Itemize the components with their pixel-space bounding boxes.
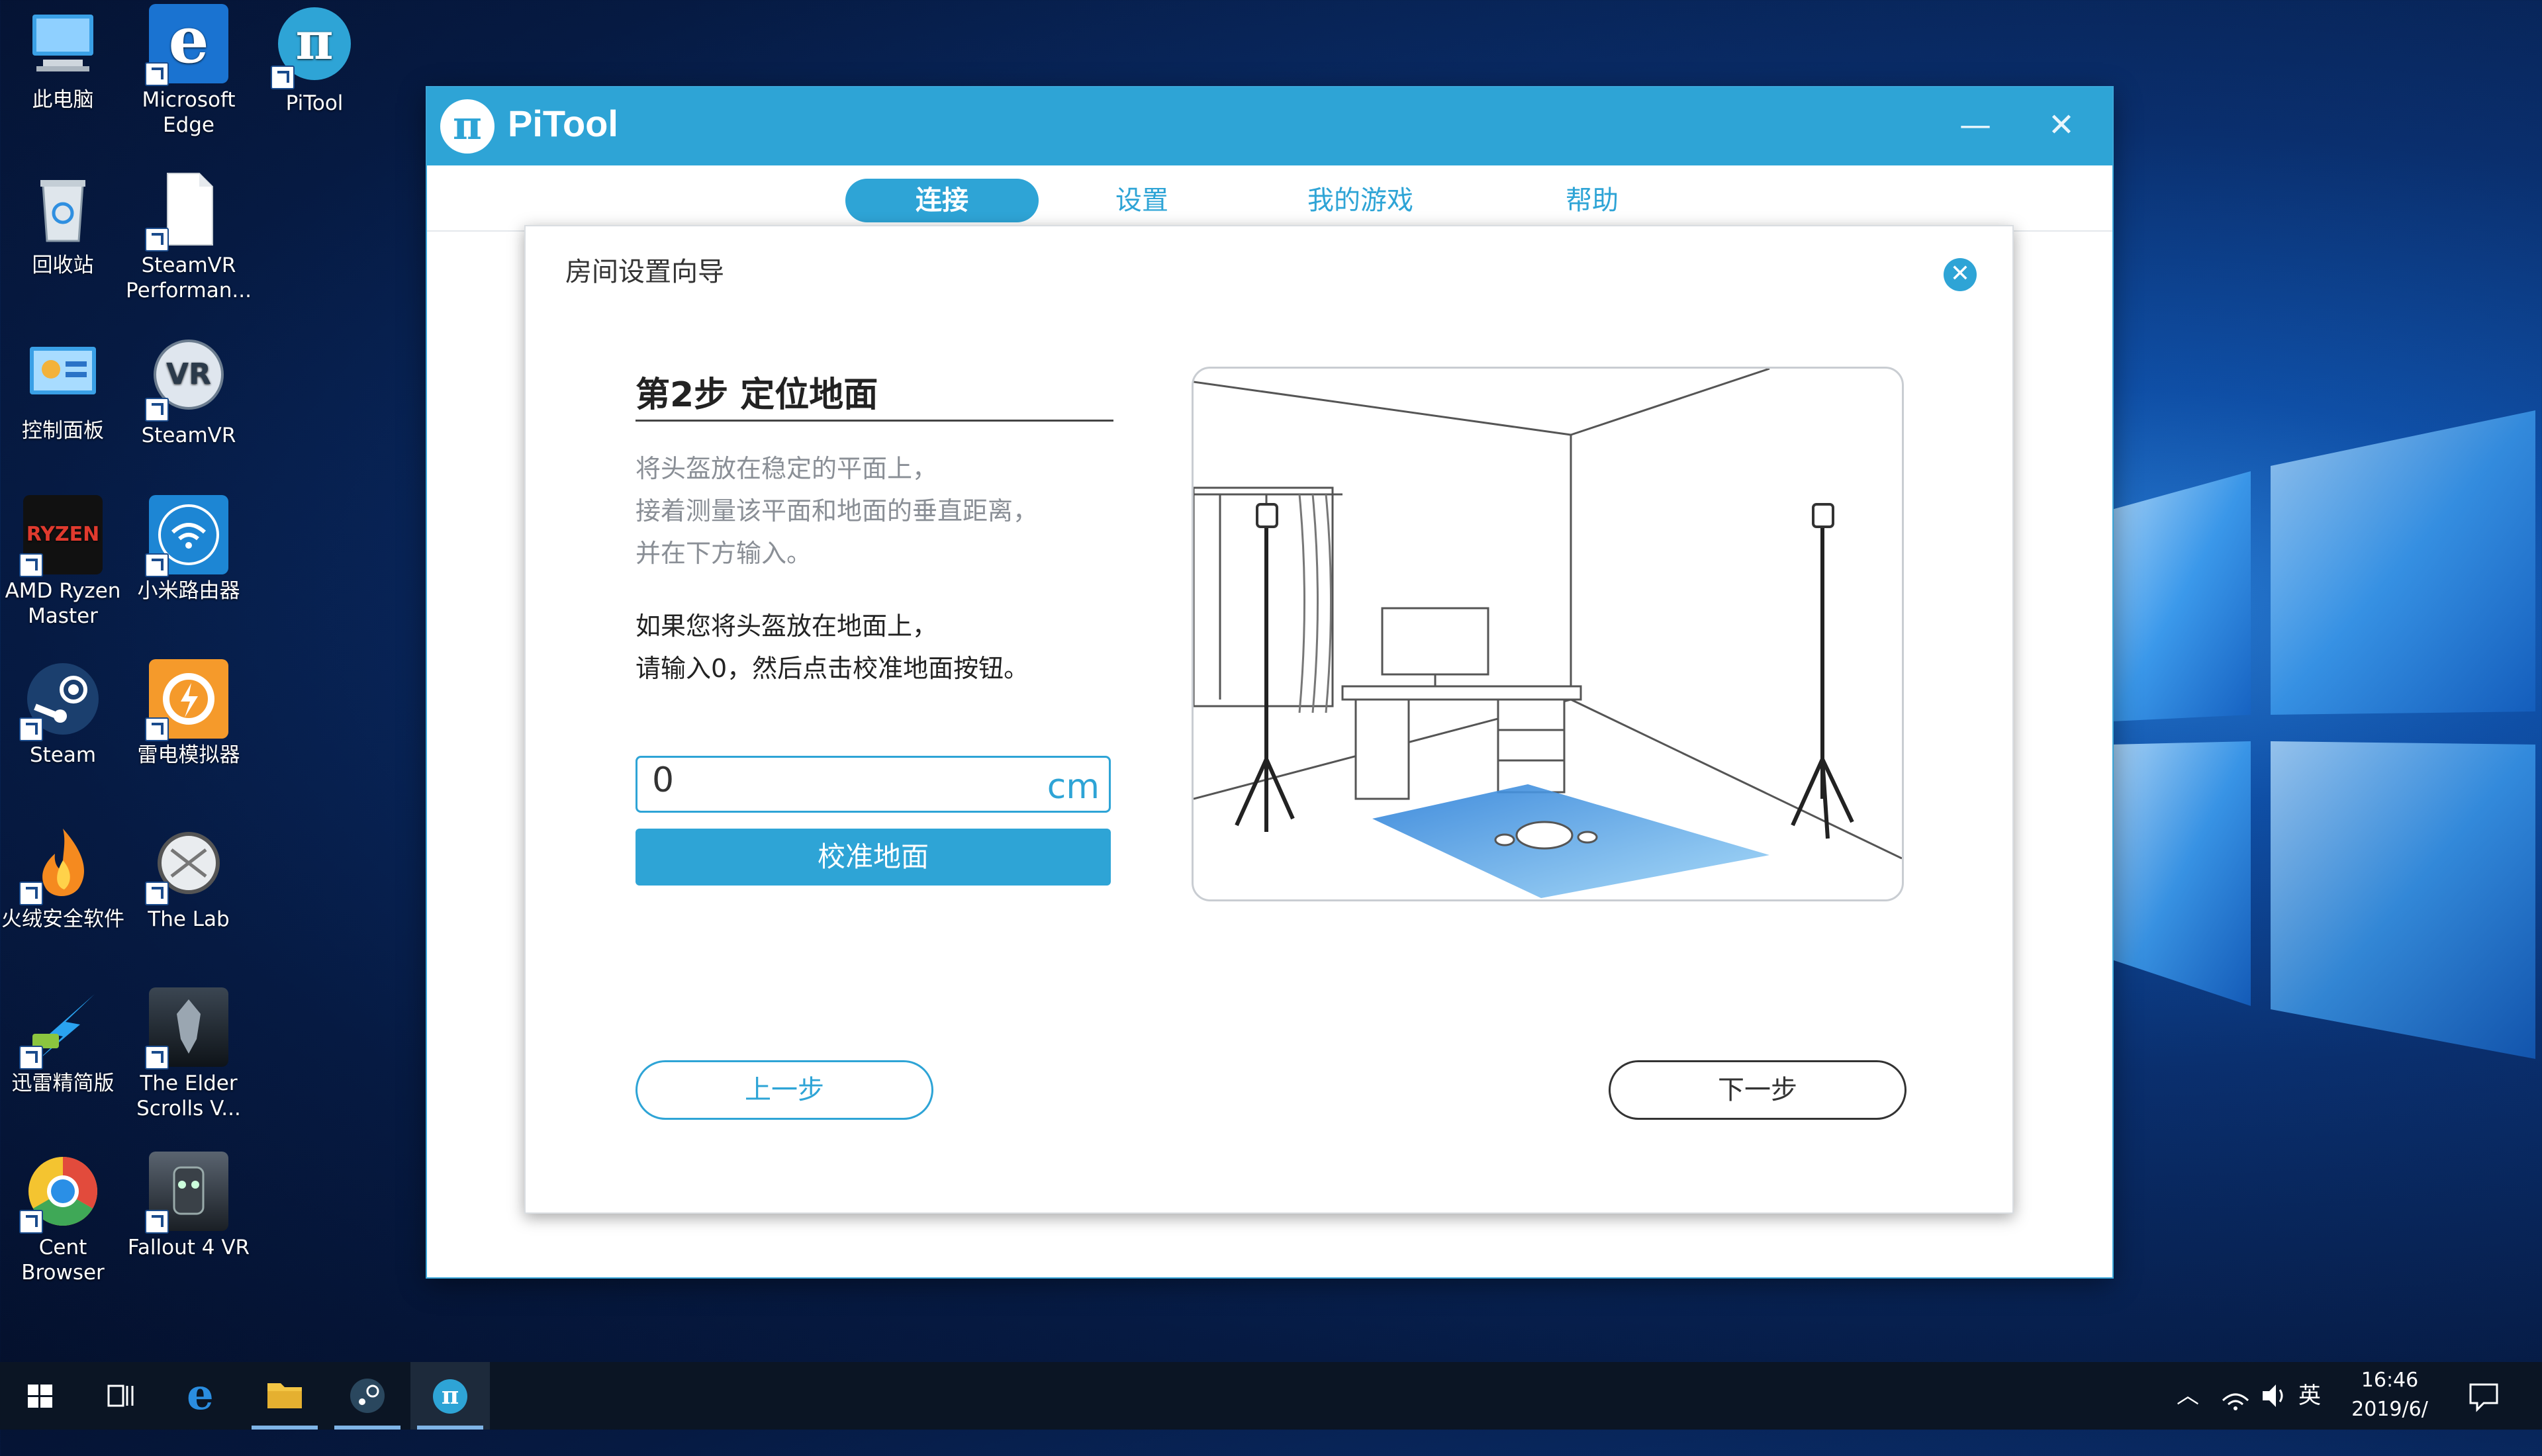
cent-browser-icon — [19, 1152, 103, 1234]
taskbar-edge[interactable]: e — [164, 1362, 244, 1430]
edge-icon: e — [145, 4, 228, 86]
wifi-icon — [2222, 1393, 2249, 1410]
edge-icon: e — [187, 1370, 214, 1420]
desktop-icon-xunlei[interactable]: 迅雷精简版 — [0, 987, 126, 1096]
tab-connect[interactable]: 连接 — [845, 179, 1039, 222]
file-icon — [145, 169, 228, 251]
windows-wallpaper-logo — [2112, 410, 2535, 1059]
taskbar: e π ︿ 英 16:46 2019/6/ — [0, 1362, 2542, 1430]
room-setup-dialog: 房间设置向导 ✕ 第2步 定位地面 将头盔放在稳定的平面上， 接着测量该平面和地… — [524, 225, 2014, 1214]
show-hidden-icons[interactable]: ︿ — [2177, 1362, 2199, 1430]
close-window-button[interactable]: ✕ — [2038, 105, 2085, 148]
computer-icon — [23, 4, 103, 83]
network-tray[interactable] — [2219, 1362, 2252, 1430]
step-title: 第2步 定位地面 — [636, 375, 878, 415]
speaker-icon — [2263, 1385, 2283, 1407]
action-center-button[interactable] — [2464, 1362, 2504, 1430]
flame-icon — [19, 823, 103, 905]
step-underline — [636, 420, 1113, 422]
desktop-icon-huorong[interactable]: 火绒安全软件 — [0, 823, 126, 932]
pitool-icon: π — [271, 7, 354, 89]
pitool-logo-icon: π — [440, 99, 494, 154]
dialog-close-icon[interactable]: ✕ — [1944, 258, 1977, 291]
ryzen-icon: RYZEN — [19, 495, 103, 577]
system-clock[interactable]: 16:46 2019/6/ — [2330, 1366, 2449, 1424]
pitool-icon: π — [433, 1379, 467, 1414]
desktop-icon-steamvr-performance[interactable]: SteamVR Performan... — [126, 169, 252, 303]
room-illustration-image — [1194, 369, 1902, 898]
chevron-up-icon: ︿ — [2177, 1383, 2199, 1409]
tab-bar: 连接 设置 我的游戏 帮助 — [427, 165, 2112, 232]
next-step-button[interactable]: 下一步 — [1609, 1060, 1906, 1120]
pitool-window: π PiTool — ✕ 连接 设置 我的游戏 帮助 房间设置向导 ✕ 第2步 … — [427, 87, 2112, 1277]
recycle-bin-icon — [23, 169, 103, 249]
desktop-icon-cent-browser[interactable]: Cent Browser — [0, 1152, 126, 1285]
desktop-icon-mi-router[interactable]: 小米路由器 — [126, 495, 252, 604]
instruction-line-2: 接着测量该平面和地面的垂直距离， — [636, 496, 1039, 525]
desktop-icon-steamvr[interactable]: VR SteamVR — [126, 335, 252, 448]
volume-tray[interactable] — [2257, 1362, 2290, 1430]
desktop-icon-the-lab[interactable]: The Lab — [126, 823, 252, 932]
note-line-2: 请输入0，然后点击校准地面按钮。 — [636, 654, 1029, 683]
control-panel-icon — [23, 335, 103, 414]
tab-help[interactable]: 帮助 — [1539, 179, 1645, 222]
skyrim-icon — [145, 987, 228, 1069]
instruction-line-3: 并在下方输入。 — [636, 539, 812, 568]
folder-icon — [267, 1383, 302, 1408]
desktop-icon-amd-ryzen-master[interactable]: RYZEN AMD Ryzen Master — [0, 495, 126, 629]
tab-my-games[interactable]: 我的游戏 — [1288, 179, 1433, 222]
taskbar-file-explorer[interactable] — [245, 1362, 324, 1430]
notification-icon — [2469, 1383, 2498, 1412]
desktop-icon-steam[interactable]: Steam — [0, 659, 126, 768]
tab-settings[interactable]: 设置 — [1089, 179, 1195, 222]
height-unit: cm — [1047, 767, 1100, 807]
desktop-icon-edge[interactable]: e Microsoft Edge — [126, 4, 252, 138]
instruction-line-1: 将头盔放在稳定的平面上， — [636, 454, 938, 483]
dialog-title: 房间设置向导 — [565, 257, 724, 287]
fallout-icon — [145, 1152, 228, 1234]
start-button[interactable] — [0, 1362, 79, 1430]
note-line-1: 如果您将头盔放在地面上， — [636, 612, 938, 641]
clock-time: 16:46 — [2361, 1369, 2419, 1392]
wifi-icon — [145, 495, 228, 577]
desktop-icon-leidian[interactable]: 雷电模拟器 — [126, 659, 252, 768]
taskbar-pitool[interactable]: π — [410, 1362, 490, 1430]
minimize-button[interactable]: — — [1952, 105, 1999, 148]
desktop-icon-recycle-bin[interactable]: 回收站 — [0, 169, 126, 278]
desktop-icon-this-pc[interactable]: 此电脑 — [0, 4, 126, 113]
room-illustration — [1192, 367, 1904, 901]
clock-date: 2019/6/ — [2351, 1398, 2428, 1421]
title-bar[interactable]: π PiTool — ✕ — [427, 87, 2112, 165]
previous-step-button[interactable]: 上一步 — [636, 1060, 933, 1120]
windows-start-icon — [28, 1385, 52, 1408]
steamvr-icon: VR — [145, 340, 228, 422]
the-lab-icon — [145, 823, 228, 905]
steam-icon — [19, 659, 103, 741]
height-input-value[interactable]: 0 — [652, 760, 674, 800]
leidian-icon — [145, 659, 228, 741]
desktop-icon-control-panel[interactable]: 控制面板 — [0, 335, 126, 443]
task-view-icon — [107, 1385, 134, 1407]
desktop-icon-skyrim[interactable]: The Elder Scrolls V... — [126, 987, 252, 1121]
calibrate-floor-button[interactable]: 校准地面 — [636, 829, 1111, 886]
height-input[interactable]: 0 cm — [636, 756, 1111, 813]
xunlei-icon — [19, 987, 103, 1069]
desktop-icon-pitool[interactable]: π PiTool — [252, 4, 377, 116]
window-title: PiTool — [508, 103, 618, 144]
input-language[interactable]: 英 — [2298, 1362, 2321, 1430]
steam-icon — [350, 1379, 385, 1413]
task-view-button[interactable] — [79, 1362, 159, 1430]
taskbar-steam[interactable] — [328, 1362, 407, 1430]
desktop-icon-fallout4vr[interactable]: Fallout 4 VR — [126, 1152, 252, 1260]
